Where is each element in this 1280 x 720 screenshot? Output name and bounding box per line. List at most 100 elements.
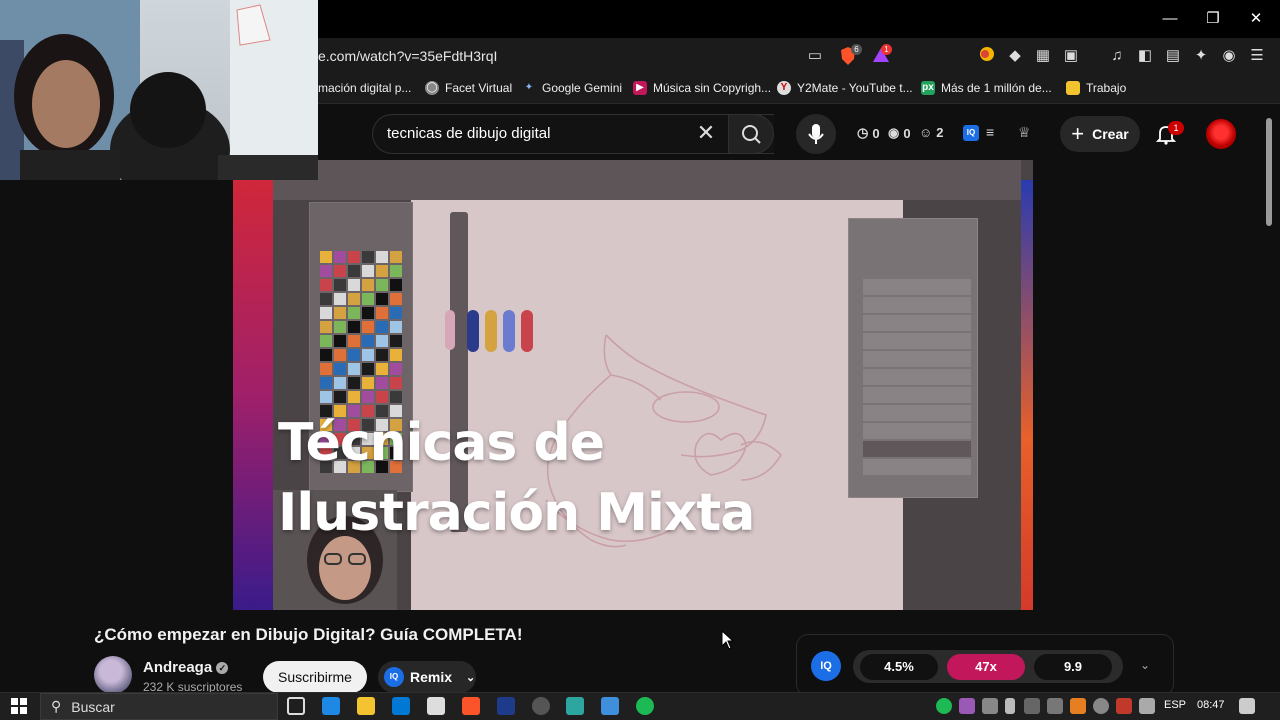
swatch-cell (320, 363, 332, 375)
swatch-cell (348, 293, 360, 305)
clear-search-icon[interactable]: ✕ (694, 121, 718, 145)
notification-center-icon[interactable] (1239, 698, 1255, 714)
bookmark-item[interactable]: ◯ Facet Virtual (425, 81, 512, 95)
vpn-shield-icon[interactable]: ◉ (1219, 46, 1239, 66)
bookmark-item[interactable]: mación digital p... (318, 81, 411, 95)
url-text[interactable]: e.com/watch?v=35eFdtH3rqI (318, 48, 497, 64)
microphone-tray-icon[interactable] (1005, 698, 1015, 714)
search-button[interactable] (728, 114, 774, 154)
tray-icon[interactable] (1024, 698, 1040, 714)
powershell-icon[interactable] (497, 697, 515, 715)
swatch-cell (362, 293, 374, 305)
language-indicator[interactable]: ESP (1164, 699, 1186, 711)
brave-badge: 6 (851, 44, 862, 55)
tray-icon[interactable] (1116, 698, 1132, 714)
windows-start-icon[interactable] (11, 698, 27, 714)
layer-row (863, 405, 971, 421)
youtube-icon: ▶ (633, 81, 647, 95)
notification-count-badge: 1 (1168, 121, 1184, 135)
swatch-cell (376, 321, 388, 333)
extensions-puzzle-icon[interactable]: ▦ (1033, 46, 1053, 66)
swatch-cell (390, 335, 402, 347)
microphone-icon (808, 124, 824, 144)
task-view-icon[interactable] (287, 697, 305, 715)
cast-icon[interactable]: ▭ (805, 46, 825, 66)
swatch-cell (362, 307, 374, 319)
account-avatar[interactable] (1206, 119, 1236, 149)
bookmark-item[interactable]: px Más de 1 millón de... (921, 81, 1052, 95)
photo-app-icon[interactable] (566, 697, 584, 715)
music-note-icon[interactable]: ♫ (1107, 46, 1127, 66)
ctr-metric[interactable]: 4.5% (860, 654, 938, 680)
brave-browser-icon[interactable] (462, 697, 480, 715)
channel-avatar[interactable] (94, 656, 132, 694)
streamer-webcam (0, 0, 318, 180)
swatch-cell (348, 349, 360, 361)
wallet-icon[interactable]: ▤ (1163, 46, 1183, 66)
bookmark-item[interactable]: ▶ Música sin Copyrigh... (633, 81, 771, 95)
views-stat: ◉ 0 (888, 125, 911, 141)
swatch-cell (334, 321, 346, 333)
swatch-cell (334, 307, 346, 319)
video-player[interactable]: Técnicas de Ilustración Mixta (233, 160, 1033, 610)
sidebar-icon[interactable]: ◧ (1135, 46, 1155, 66)
score-metric[interactable]: 9.9 (1034, 654, 1112, 680)
clock[interactable]: 08:47 (1197, 699, 1225, 711)
voice-search-button[interactable] (796, 114, 836, 154)
spotify-icon[interactable] (636, 697, 654, 715)
swatch-cell (334, 279, 346, 291)
multiplier-metric[interactable]: 47x (947, 654, 1025, 680)
swatch-cell (390, 293, 402, 305)
layer-row (863, 333, 971, 349)
minimize-icon[interactable]: — (1160, 9, 1180, 29)
bookmark-item[interactable]: ✦ Google Gemini (522, 81, 622, 95)
vscode-icon[interactable] (322, 697, 340, 715)
obs-icon[interactable] (532, 697, 550, 715)
spotify-tray-icon[interactable] (936, 698, 952, 714)
close-window-icon[interactable]: ✕ (1246, 9, 1266, 29)
file-explorer-icon[interactable] (357, 697, 375, 715)
leo-ai-icon[interactable]: ✦ (1191, 46, 1211, 66)
screenshot-icon[interactable]: ▣ (1061, 46, 1081, 66)
tray-icon[interactable] (982, 698, 998, 714)
paint-app-icon[interactable] (601, 697, 619, 715)
store-icon[interactable] (392, 697, 410, 715)
swatch-cell (376, 265, 388, 277)
clock-icon: ◷ (857, 125, 869, 140)
swatch-cell (376, 391, 388, 403)
tray-icon[interactable] (1070, 698, 1086, 714)
swatch-cell (362, 265, 374, 277)
wifi-icon[interactable] (1139, 698, 1155, 714)
extension-diamond-icon[interactable]: ◆ (1005, 46, 1025, 66)
restore-icon[interactable]: ❐ (1203, 9, 1223, 29)
swatch-cell (334, 377, 346, 389)
bookmark-folder[interactable]: Trabajo (1066, 81, 1126, 95)
swatch-cell (334, 293, 346, 305)
layers-panel (848, 218, 978, 498)
bookmark-item[interactable]: Y Y2Mate - YouTube t... (777, 81, 913, 95)
iq-extension-icon[interactable]: IQ (963, 125, 979, 141)
swatch-cell (390, 279, 402, 291)
pen-tray-icon[interactable] (959, 698, 975, 714)
extension-color-icon[interactable] (977, 46, 997, 66)
create-button[interactable]: + Crear (1060, 116, 1140, 152)
speaker-icon[interactable] (1047, 698, 1063, 714)
swatch-cell (320, 279, 332, 291)
swatch-cell (348, 391, 360, 403)
page-scrollbar[interactable] (1266, 118, 1272, 226)
expand-chevron-icon[interactable]: ⌄ (1137, 658, 1153, 674)
tray-icon[interactable] (1093, 698, 1109, 714)
channel-name[interactable]: Andreaga ✓ (143, 659, 229, 676)
menu-icon[interactable]: ☰ (1247, 46, 1267, 66)
search-query[interactable]: tecnicas de dibujo digital (387, 125, 550, 142)
remix-button[interactable]: IQ Remix ⌄ (378, 661, 476, 693)
swatch-cell (334, 363, 346, 375)
swatch-cell (390, 265, 402, 277)
taskbar-search[interactable]: ⚲ Buscar (40, 693, 278, 720)
app-icon[interactable] (427, 697, 445, 715)
trophy-icon[interactable]: ♕ (1018, 124, 1031, 141)
swatch-cell (376, 377, 388, 389)
subscribe-button[interactable]: Suscribirme (263, 661, 367, 693)
swatch-cell (348, 363, 360, 375)
list-icon[interactable]: ≡ (986, 124, 994, 140)
